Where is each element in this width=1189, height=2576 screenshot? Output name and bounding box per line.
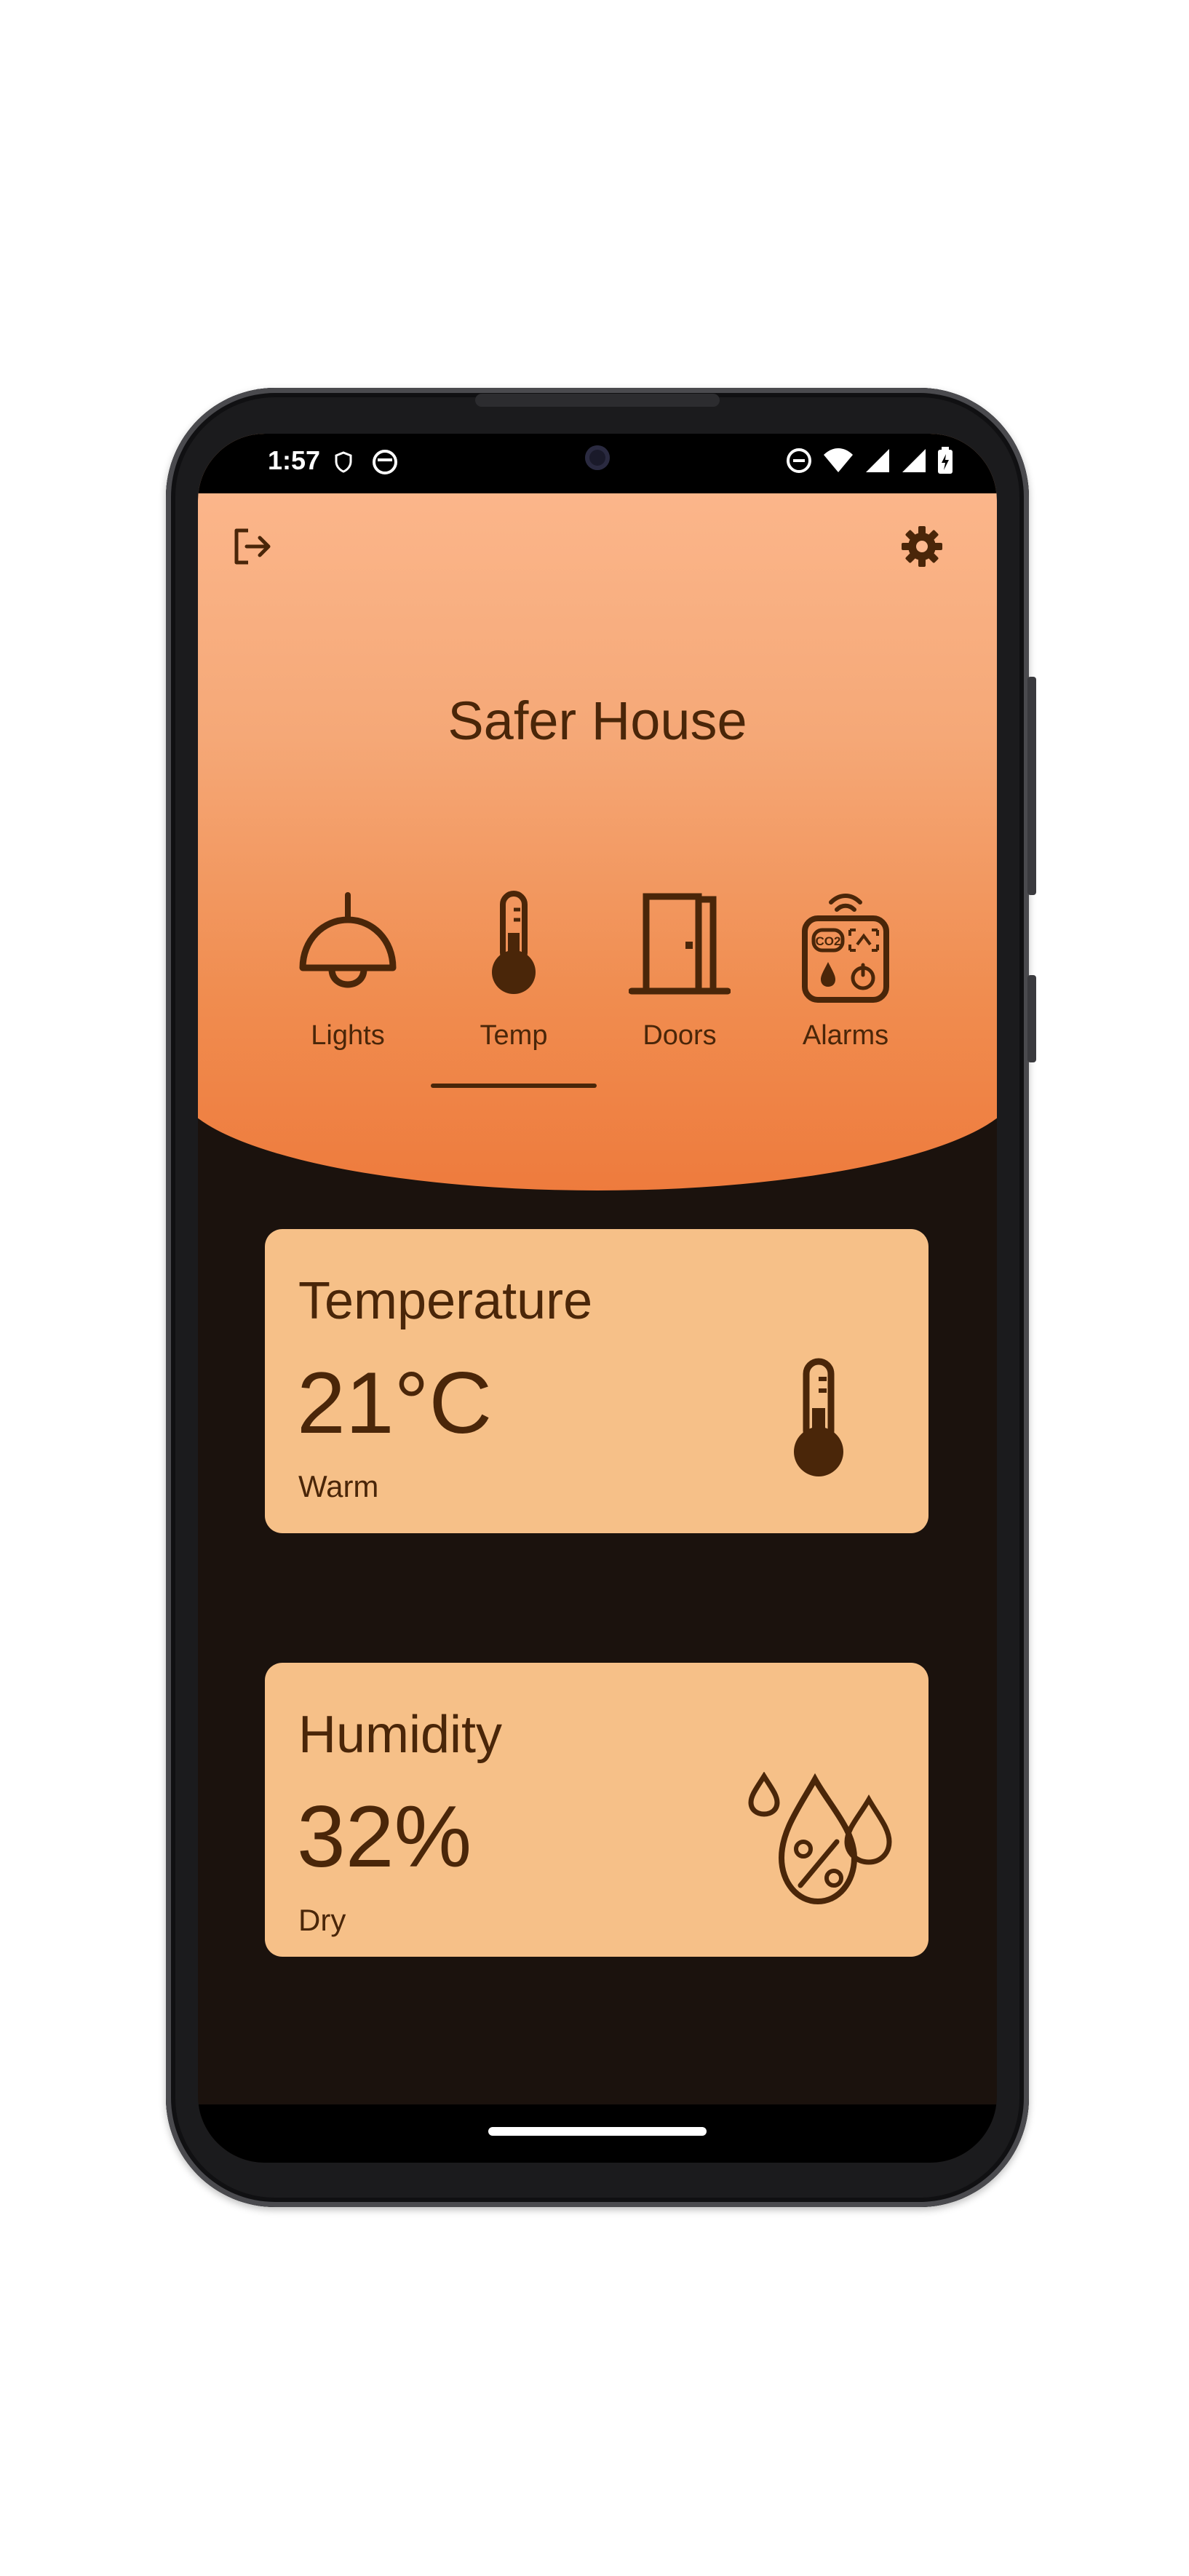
temperature-card[interactable]: Temperature 21°C Warm <box>265 1229 928 1533</box>
tab-label: Doors <box>643 1020 717 1051</box>
signal-icon <box>901 448 927 477</box>
wifi-icon <box>822 448 854 477</box>
door-icon <box>628 889 731 998</box>
temperature-value: 21°C <box>297 1354 493 1452</box>
card-title: Temperature <box>298 1272 593 1330</box>
humidity-value: 32% <box>297 1788 472 1885</box>
selected-tab-indicator <box>431 1084 597 1088</box>
alarm-sensor-icon: CO2 <box>795 889 896 1003</box>
svg-text:CO2: CO2 <box>816 934 841 948</box>
tab-alarms[interactable]: CO2 Alarms <box>773 889 918 1051</box>
app-title: Safer House <box>448 691 747 751</box>
battery-icon <box>937 447 953 478</box>
temperature-status: Warm <box>298 1469 379 1503</box>
do-not-disturb-icon <box>786 448 812 477</box>
humidity-card[interactable]: Humidity 32% Dry <box>265 1663 928 1957</box>
status-time: 1:57 <box>268 445 321 475</box>
screen: 1:57 Safer House Lights Temp Doors CO2 A… <box>198 434 997 2163</box>
humidity-status: Dry <box>298 1903 346 1937</box>
tab-label: Temp <box>480 1020 548 1051</box>
shield-icon <box>335 451 352 477</box>
signal-icon <box>864 448 891 477</box>
tab-lights[interactable]: Lights <box>275 889 421 1051</box>
power-button <box>1027 677 1036 895</box>
volume-button <box>1027 975 1036 1062</box>
lamp-icon <box>297 889 399 998</box>
logout-button[interactable] <box>227 522 278 573</box>
home-indicator[interactable] <box>488 2127 707 2136</box>
speaker-grille <box>475 394 720 407</box>
settings-button[interactable] <box>896 522 947 573</box>
gear-icon <box>900 525 944 572</box>
logout-icon <box>231 525 274 572</box>
tab-label: Lights <box>311 1020 385 1051</box>
tab-label: Alarms <box>802 1020 889 1051</box>
status-bar: 1:57 <box>198 434 997 493</box>
card-title: Humidity <box>298 1706 503 1764</box>
front-camera <box>585 445 610 470</box>
thermometer-icon <box>481 889 546 998</box>
humidity-icon <box>745 1771 898 1928</box>
thermometer-icon <box>786 1357 851 1484</box>
tab-doors[interactable]: Doors <box>607 889 752 1051</box>
notification-icon <box>371 448 399 480</box>
header-background <box>198 434 997 1190</box>
status-icons <box>786 447 953 478</box>
tab-temp[interactable]: Temp <box>441 889 586 1051</box>
